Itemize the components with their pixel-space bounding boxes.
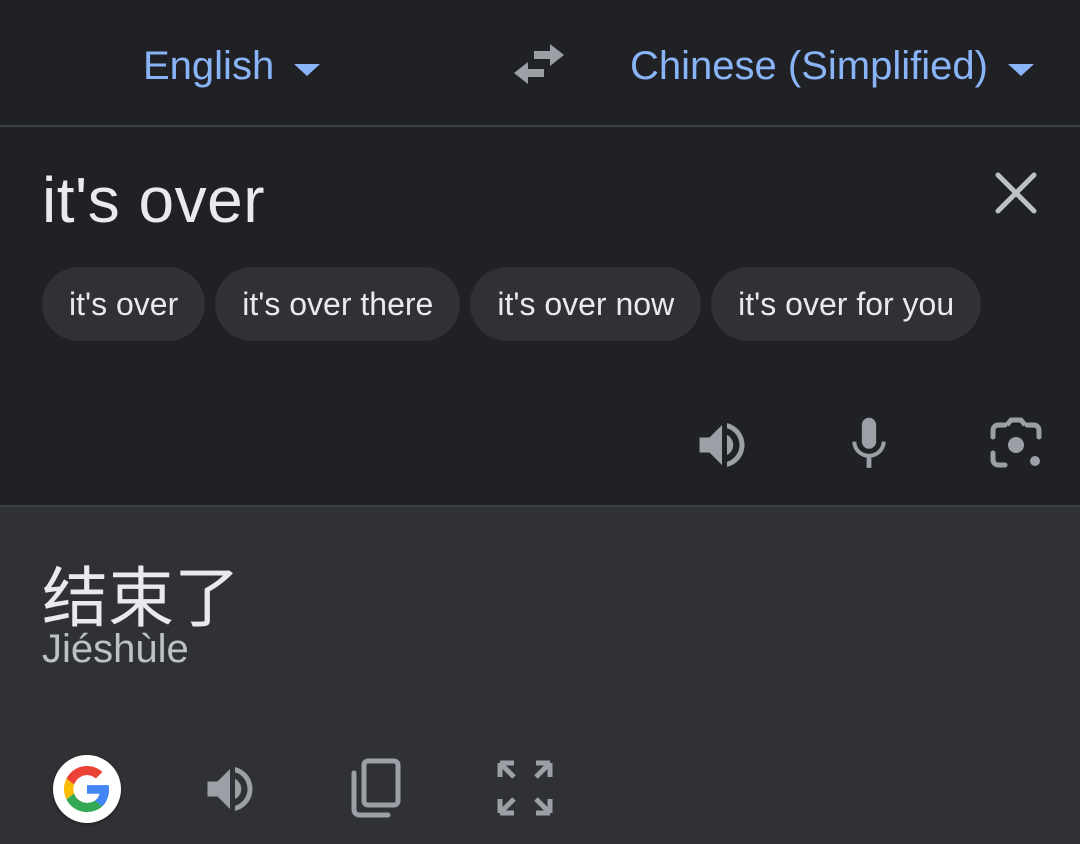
suggestion-chips: it's over it's over there it's over now …: [42, 267, 982, 341]
swap-languages-icon[interactable]: [510, 40, 568, 88]
source-input-panel[interactable]: it's over it's over it's over there it's…: [0, 127, 1080, 505]
fullscreen-icon[interactable]: [496, 759, 554, 817]
close-icon[interactable]: [990, 167, 1042, 219]
chevron-down-icon: [294, 63, 321, 76]
speaker-icon[interactable]: [200, 759, 260, 819]
google-search-button[interactable]: [53, 755, 121, 823]
suggestion-chip[interactable]: it's over there: [215, 267, 461, 341]
source-text-input[interactable]: it's over: [42, 163, 265, 237]
chevron-down-icon: [1007, 63, 1034, 76]
target-language-selector[interactable]: Chinese (Simplified): [630, 44, 1034, 89]
google-logo-icon: [64, 766, 110, 812]
speaker-icon[interactable]: [692, 415, 752, 475]
suggestion-chip[interactable]: it's over: [42, 267, 206, 341]
suggestion-chip[interactable]: it's over for you: [711, 267, 982, 341]
source-language-label: English: [143, 44, 275, 88]
language-bar: English Chinese (Simplified): [0, 0, 1080, 127]
source-language-selector[interactable]: English: [143, 44, 321, 89]
translation-output-panel: 结束了 Jiéshùle: [0, 505, 1080, 844]
suggestion-chip[interactable]: it's over now: [470, 267, 702, 341]
camera-icon[interactable]: [985, 415, 1047, 475]
copy-icon[interactable]: [348, 757, 404, 819]
target-language-label: Chinese (Simplified): [630, 44, 988, 88]
romanization-text: Jiéshùle: [42, 627, 189, 671]
microphone-icon[interactable]: [840, 413, 898, 475]
